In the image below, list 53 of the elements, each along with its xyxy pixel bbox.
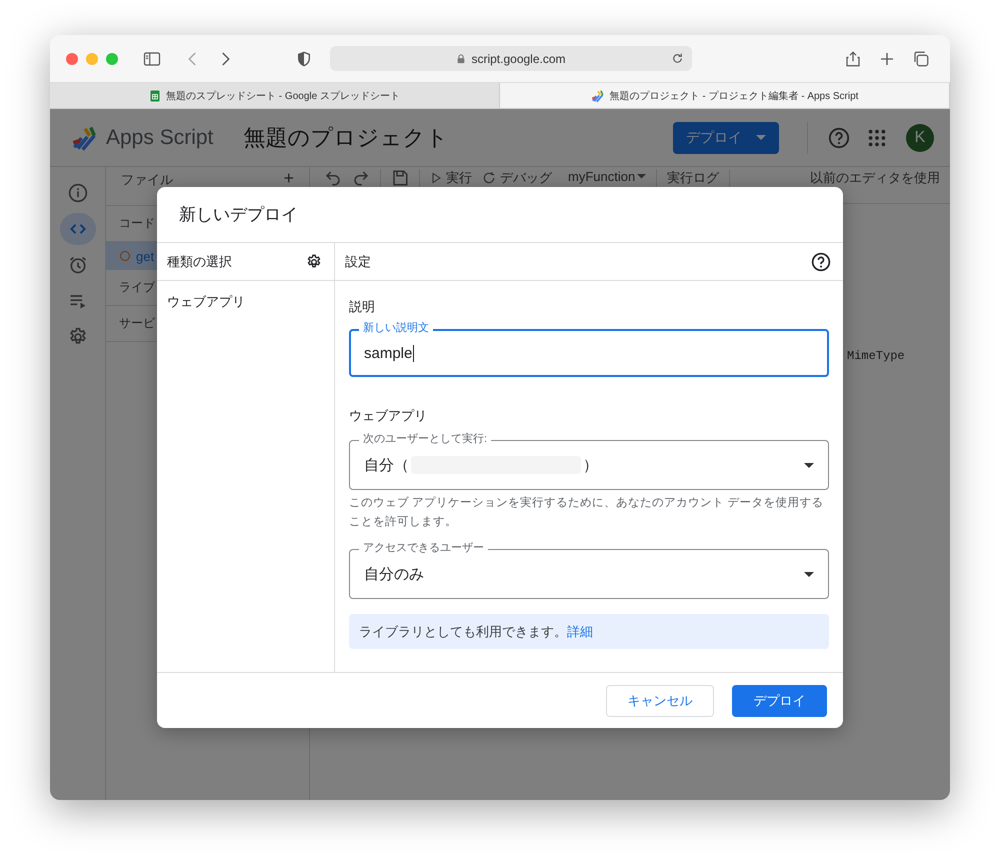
- product-name: Apps Script: [106, 126, 214, 150]
- deploy-button[interactable]: デプロイ: [732, 684, 827, 716]
- browser-tab[interactable]: 無題のプロジェクト - プロジェクト編集者 - Apps Script: [500, 83, 950, 108]
- caret-icon: [756, 135, 766, 140]
- deploy-menu-button[interactable]: デプロイ: [673, 122, 779, 154]
- files-section-label[interactable]: コード: [119, 215, 155, 232]
- deployment-type-item[interactable]: ウェブアプリ: [157, 281, 334, 323]
- add-file-button[interactable]: +: [283, 171, 294, 185]
- account-avatar[interactable]: K: [906, 124, 934, 152]
- files-section-label[interactable]: サービ: [119, 315, 155, 332]
- cancel-button[interactable]: キャンセル: [606, 684, 714, 716]
- code-text: MimeType: [847, 349, 906, 363]
- debug-icon: [482, 171, 496, 185]
- tabs-overview-icon[interactable]: [912, 50, 930, 68]
- shield-icon[interactable]: [296, 50, 312, 68]
- undo-icon[interactable]: [324, 169, 342, 187]
- help-icon[interactable]: [811, 252, 831, 272]
- description-heading: 説明: [349, 298, 376, 316]
- execution-log-button[interactable]: 実行ログ: [667, 169, 720, 187]
- web-app-heading: ウェブアプリ: [349, 407, 428, 425]
- settings-icon[interactable]: [306, 254, 322, 270]
- address-text[interactable]: script.google.com: [471, 52, 566, 66]
- play-icon: [430, 172, 442, 184]
- settings-heading: 設定: [345, 252, 371, 270]
- apps-script-logo-icon: [590, 88, 605, 102]
- spreadsheet-icon: [149, 88, 162, 102]
- files-section-label[interactable]: ライブ: [119, 279, 155, 296]
- alarm-clock-icon: [68, 255, 88, 275]
- debug-button[interactable]: デバッグ: [482, 169, 552, 187]
- save-icon[interactable]: [391, 169, 409, 187]
- window-zoom-button[interactable]: [106, 52, 118, 64]
- caret-icon: [804, 572, 814, 576]
- caret-icon: [804, 462, 814, 468]
- window-close-button[interactable]: [66, 52, 78, 64]
- browser-tab[interactable]: 無題のスプレッドシート - Google スプレッドシート: [50, 83, 500, 108]
- share-icon[interactable]: [844, 48, 862, 68]
- rail-button[interactable]: [60, 213, 96, 245]
- project-title[interactable]: 無題のプロジェクト: [243, 122, 448, 152]
- dialog-title: 新しいデプロイ: [157, 187, 843, 243]
- files-heading: ファイル: [121, 171, 173, 189]
- help-text: このウェブ アプリケーションを実行するために、あなたのアカウント データを使用することを許可します。: [349, 495, 824, 530]
- reload-icon[interactable]: [671, 52, 684, 65]
- sidebar-icon[interactable]: [142, 50, 162, 68]
- details-link[interactable]: 詳細: [567, 622, 593, 640]
- lock-icon: [456, 52, 466, 64]
- legacy-editor-button[interactable]: 以前のエディタを使用: [810, 169, 940, 187]
- type-selection-heading: 種類の選択: [167, 252, 232, 270]
- caret-icon: [637, 174, 646, 179]
- info-text: ライブラリとしても利用できます。: [359, 622, 567, 640]
- redo-icon[interactable]: [352, 169, 370, 187]
- info-icon: [68, 183, 88, 203]
- function-dropdown[interactable]: myFunction: [568, 169, 646, 184]
- run-button[interactable]: 実行: [430, 169, 472, 187]
